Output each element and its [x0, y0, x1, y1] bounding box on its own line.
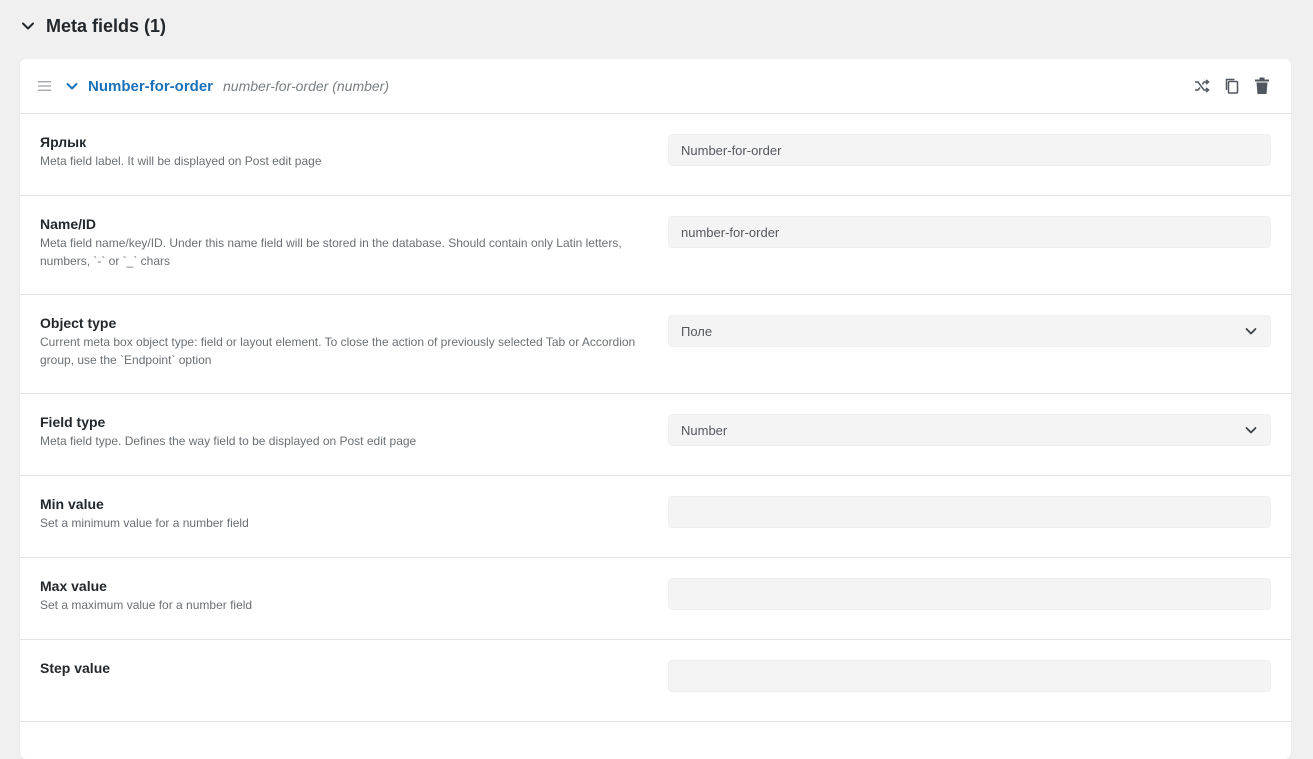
meta-fields-section-toggle[interactable]: Meta fields (1)	[20, 12, 166, 40]
setting-label-group: Max value Set a maximum value for a numbe…	[40, 578, 640, 639]
setting-row: Step value	[20, 640, 1291, 722]
setting-label: Name/ID	[40, 216, 97, 232]
setting-label: Object type	[40, 315, 117, 331]
setting-value: Number	[681, 422, 728, 438]
setting-label-group: Ярлык Meta field label. It will be displa…	[40, 134, 640, 195]
setting-input[interactable]: Number-for-order	[668, 134, 1271, 166]
field-actions	[1193, 77, 1271, 95]
setting-label-group: Object type Current meta box object type:…	[40, 315, 640, 393]
setting-value: number-for-order	[681, 224, 780, 240]
setting-input[interactable]	[668, 578, 1271, 610]
setting-input[interactable]: number-for-order	[668, 216, 1271, 248]
setting-row: Object type Current meta box object type:…	[20, 295, 1291, 394]
trash-icon	[1255, 77, 1269, 94]
setting-input[interactable]	[668, 496, 1271, 528]
field-name-link[interactable]: Number-for-order	[88, 78, 213, 95]
setting-row: Ярлык Meta field label. It will be displa…	[20, 114, 1291, 196]
chevron-down-icon	[22, 22, 34, 30]
setting-label: Min value	[40, 496, 104, 512]
field-header: Number-for-order number-for-order (numbe…	[20, 59, 1291, 114]
chevron-down-icon[interactable]	[65, 79, 79, 93]
delete-button[interactable]	[1253, 77, 1271, 95]
shuffle-button[interactable]	[1193, 77, 1211, 95]
setting-value: Поле	[681, 323, 713, 339]
setting-row: Max value Set a maximum value for a numbe…	[20, 558, 1291, 640]
setting-description: Meta field type. Defines the way field t…	[40, 434, 417, 448]
field-settings: Ярлык Meta field label. It will be displa…	[20, 114, 1291, 722]
section-title: Meta fields (1)	[46, 15, 167, 36]
setting-row: Min value Set a minimum value for a numbe…	[20, 476, 1291, 558]
chevron-down-icon	[1245, 328, 1257, 335]
setting-label-group: Min value Set a minimum value for a numbe…	[40, 496, 640, 557]
setting-description: Set a maximum value for a number field	[40, 598, 253, 612]
setting-row: Field type Meta field type. Defines the w…	[20, 394, 1291, 476]
setting-select[interactable]: Поле	[668, 315, 1271, 347]
setting-description: Current meta box object type: field or l…	[40, 335, 636, 367]
setting-value: Number-for-order	[681, 142, 782, 158]
field-meta: number-for-order (number)	[223, 78, 390, 94]
setting-label: Step value	[40, 660, 111, 676]
setting-description: Meta field label. It will be displayed o…	[40, 154, 322, 168]
copy-icon	[1225, 78, 1239, 94]
setting-description: Set a minimum value for a number field	[40, 516, 249, 530]
copy-button[interactable]	[1223, 77, 1241, 95]
setting-row: Name/ID Meta field name/key/ID. Under thi…	[20, 196, 1291, 295]
setting-label-group: Name/ID Meta field name/key/ID. Under thi…	[40, 216, 640, 294]
drag-handle-icon[interactable]	[38, 80, 51, 92]
setting-input[interactable]	[668, 660, 1271, 692]
chevron-down-icon	[1245, 427, 1257, 434]
setting-label-group: Field type Meta field type. Defines the w…	[40, 414, 640, 475]
setting-description: Meta field name/key/ID. Under this name …	[40, 236, 622, 268]
setting-label: Field type	[40, 414, 106, 430]
setting-label: Max value	[40, 578, 107, 594]
setting-label-group: Step value	[40, 660, 640, 721]
setting-select[interactable]: Number	[668, 414, 1271, 446]
shuffle-icon	[1195, 79, 1210, 93]
meta-field-panel: Number-for-order number-for-order (numbe…	[20, 59, 1291, 759]
setting-label: Ярлык	[40, 134, 87, 150]
